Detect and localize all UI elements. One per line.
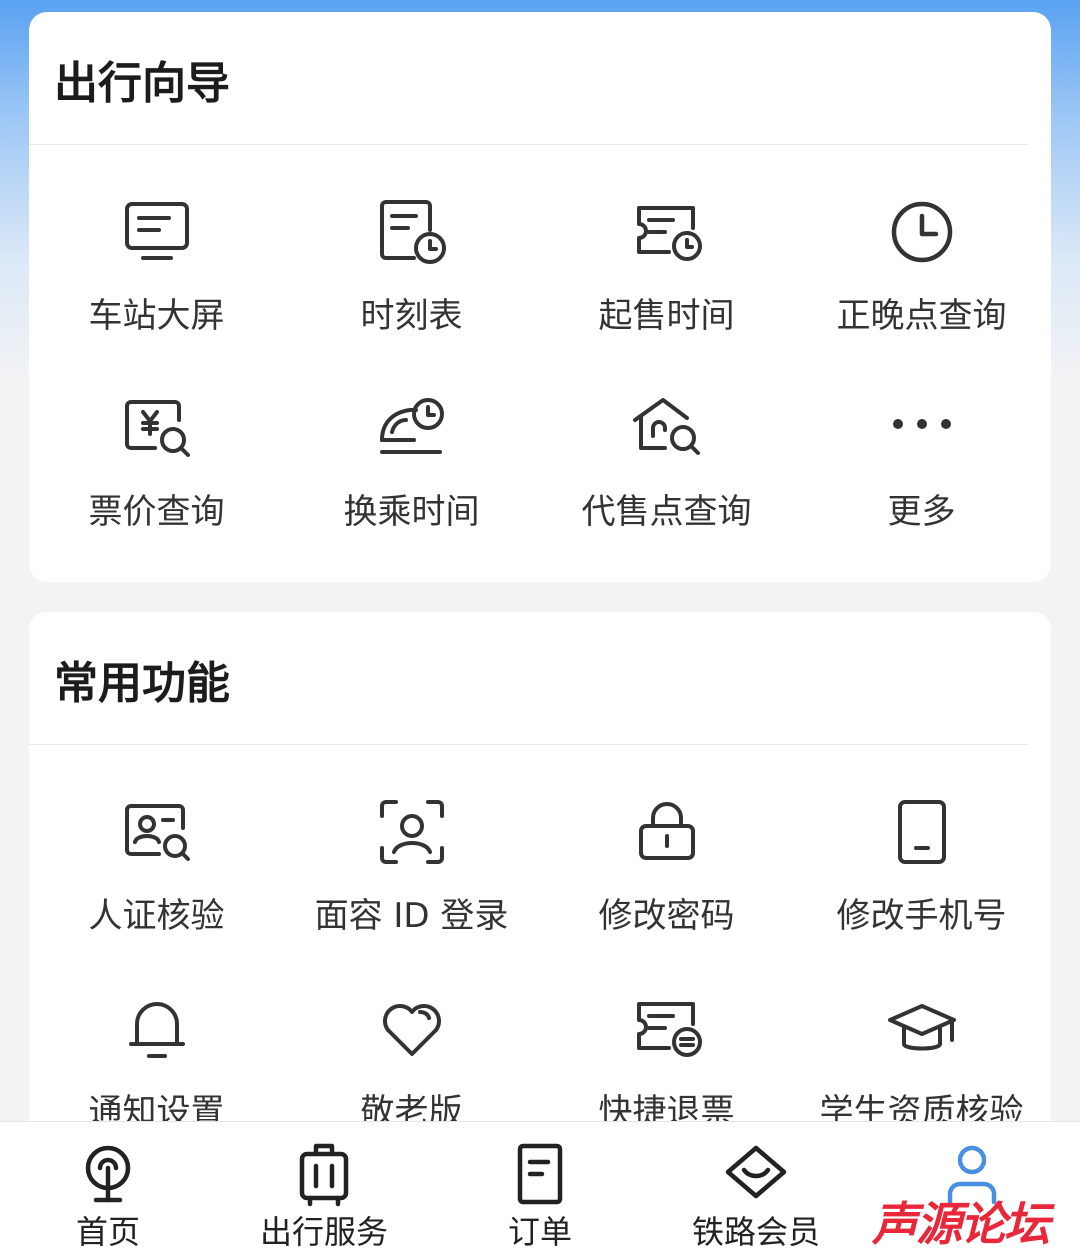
grid-item-label: 面容 ID 登录 (314, 896, 509, 936)
ticket-refund-icon (629, 990, 705, 1066)
grid-item-timetable[interactable]: 时刻表 (284, 172, 539, 352)
grid-item-label: 人证核验 (88, 896, 225, 936)
train-clock-icon (374, 390, 450, 466)
grid-item-label: 时刻表 (360, 296, 463, 336)
tab-label: 铁路会员 (691, 1213, 820, 1251)
grid-item-outlet-query[interactable]: 代售点查询 (539, 368, 794, 548)
clock-icon (884, 194, 960, 270)
more-icon (884, 390, 960, 466)
grid-item-price-query[interactable]: 票价查询 (29, 368, 284, 548)
tab-orders[interactable]: 订单 (432, 1122, 648, 1254)
grid-item-more[interactable]: 更多 (794, 368, 1049, 548)
tab-label: 首页 (75, 1213, 140, 1251)
grid-item-change-password[interactable]: 修改密码 (539, 772, 794, 952)
tab-label: 出行服务 (259, 1213, 388, 1251)
grid-item-id-verify[interactable]: 人证核验 (29, 772, 284, 952)
grid-item-label: 正晚点查询 (836, 296, 1007, 336)
grid-item-label: 修改手机号 (836, 896, 1007, 936)
order-icon (504, 1138, 576, 1210)
diamond-icon (720, 1138, 792, 1210)
grid-item-face-id-login[interactable]: 面容 ID 登录 (284, 772, 539, 952)
grid-item-label: 起售时间 (598, 296, 735, 336)
common-functions-title: 常用功能 (54, 658, 230, 709)
travel-guide-card: 出行向导 车站大屏 时刻表 起售时间 正晚点查询 票价查询 换乘时间 代售点查询… (29, 12, 1051, 582)
phone-icon (884, 794, 960, 870)
heart-icon (374, 990, 450, 1066)
grid-row: 人证核验 面容 ID 登录 修改密码 修改手机号 (29, 772, 1051, 952)
common-functions-card: 常用功能 人证核验 面容 ID 登录 修改密码 修改手机号 通知设置 敬老版 快… (29, 612, 1051, 1172)
grid-item-station-screen[interactable]: 车站大屏 (29, 172, 284, 352)
ticket-clock-icon (629, 194, 705, 270)
grid-item-label: 修改密码 (598, 896, 735, 936)
grid-item-sale-time[interactable]: 起售时间 (539, 172, 794, 352)
tab-travel-services[interactable]: 出行服务 (216, 1122, 432, 1254)
grid-item-label: 更多 (887, 492, 956, 532)
grid-item-label: 车站大屏 (88, 296, 225, 336)
luggage-icon (288, 1138, 360, 1210)
tab-home[interactable]: 首页 (0, 1122, 216, 1254)
id-verify-icon (119, 794, 195, 870)
price-search-icon (119, 390, 195, 466)
watermark-logo: 声源论坛 (872, 1197, 1050, 1251)
grid-item-label: 换乘时间 (343, 492, 480, 532)
timetable-icon (374, 194, 450, 270)
railway-logo-icon (72, 1138, 144, 1210)
monitor-icon (119, 194, 195, 270)
travel-guide-title: 出行向导 (54, 58, 230, 109)
grid-row: 票价查询 换乘时间 代售点查询 更多 (29, 368, 1051, 548)
grid-item-label: 代售点查询 (581, 492, 752, 532)
tab-label: 订单 (507, 1213, 572, 1251)
grid-item-delay-query[interactable]: 正晚点查询 (794, 172, 1049, 352)
grid-item-change-phone[interactable]: 修改手机号 (794, 772, 1049, 952)
face-id-icon (374, 794, 450, 870)
divider (29, 744, 1029, 745)
outlet-search-icon (629, 390, 705, 466)
grid-item-label: 票价查询 (88, 492, 225, 532)
bell-icon (119, 990, 195, 1066)
grid-item-transfer-time[interactable]: 换乘时间 (284, 368, 539, 548)
tab-railway-member[interactable]: 铁路会员 (648, 1122, 864, 1254)
grid-row: 车站大屏 时刻表 起售时间 正晚点查询 (29, 172, 1051, 352)
graduation-cap-icon (884, 990, 960, 1066)
divider (29, 144, 1029, 145)
lock-icon (629, 794, 705, 870)
